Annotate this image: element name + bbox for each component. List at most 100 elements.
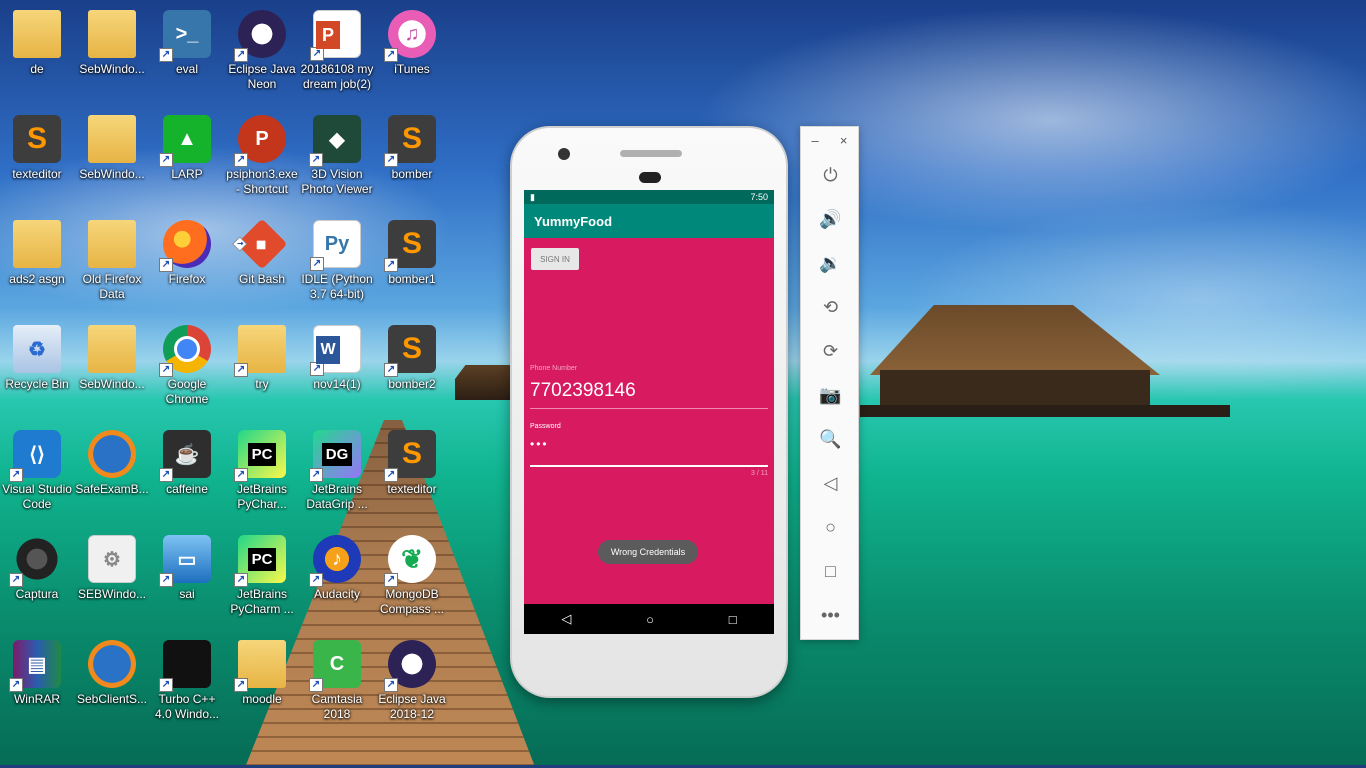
git-icon: ◆ ↗ [232, 218, 288, 270]
desktop-icon-label: psiphon3.exe - Shortcut [226, 167, 298, 196]
recycle-bin-icon: ♻ [13, 325, 61, 373]
desktop-icon[interactable]: ↗ Turbo C++ 4.0 Windo... [151, 640, 223, 740]
shortcut-arrow-icon: ↗ [384, 258, 398, 272]
desktop-icon[interactable]: Old Firefox Data [76, 220, 148, 320]
safe-exam-browser-icon [88, 640, 136, 688]
shortcut-arrow-icon: ↗ [310, 257, 324, 271]
desktop-icon-label: texteditor [12, 167, 62, 181]
minimize-icon[interactable]: – [812, 133, 819, 153]
phone-screen[interactable]: ▮ 7:50 YummyFood SIGN IN Phone Number 77… [524, 190, 774, 634]
desktop-icon[interactable]: SebWindo... [76, 10, 148, 110]
more-icon[interactable]: ••• [801, 593, 860, 637]
rotate-left-icon[interactable]: ⟲ [801, 285, 860, 329]
front-camera [558, 148, 570, 160]
shortcut-arrow-icon: ↗ [232, 236, 248, 252]
volume-up-icon[interactable]: 🔊 [801, 197, 860, 241]
desktop-icon[interactable]: ↗20186108 my dream job(2) [301, 10, 373, 110]
shortcut-arrow-icon: ↗ [9, 573, 23, 587]
camera-icon[interactable]: 📷 [801, 373, 860, 417]
desktop-icon[interactable]: ♻ Recycle Bin [1, 325, 73, 425]
desktop-icon[interactable]: S ↗ texteditor [376, 430, 448, 530]
desktop-icon[interactable]: >_ ↗ eval [151, 10, 223, 110]
desktop-icon[interactable]: S ↗ bomber2 [376, 325, 448, 425]
pycharm-icon: PC ↗ [234, 430, 286, 482]
settings-file-icon: ⚙ [88, 535, 136, 583]
desktop-icon[interactable]: P ↗ psiphon3.exe - Shortcut [226, 115, 298, 215]
desktop-icon-label: Audacity [313, 587, 361, 601]
desktop-icon[interactable]: ▭ ↗ sai [151, 535, 223, 635]
nav-recents-icon[interactable]: □ [729, 612, 737, 627]
phone-number-field[interactable]: 7702398146 [530, 380, 636, 402]
folder-icon: ↗ [234, 640, 286, 692]
desktop-icon[interactable]: SafeExamB... [75, 430, 149, 530]
home-icon[interactable]: ○ [801, 505, 860, 549]
shortcut-arrow-icon: ↗ [384, 468, 398, 482]
desktop-icon[interactable]: ❦ ↗ MongoDB Compass ... [376, 535, 448, 635]
desktop-icon[interactable]: ⚙ SEBWindo... [76, 535, 148, 635]
3d-vision-icon: ◆ ↗ [309, 115, 361, 167]
desktop-icon[interactable]: ads2 asgn [1, 220, 73, 320]
desktop-icon[interactable]: ↗ Google Chrome [151, 325, 223, 425]
desktop-icon-label: LARP [171, 167, 203, 181]
desktop-icon[interactable]: SebClientS... [76, 640, 148, 740]
power-icon[interactable]: ⏻ [801, 153, 860, 197]
desktop-icon-label: Camtasia 2018 [311, 692, 363, 721]
rotate-right-icon[interactable]: ⟳ [801, 329, 860, 373]
sim-icon: ▮ [530, 191, 535, 202]
desktop-icon[interactable]: ↗ Eclipse Java Neon [226, 10, 298, 110]
desktop-icon-label: sai [179, 587, 195, 601]
desktop-icon[interactable]: ☕ ↗ caffeine [151, 430, 223, 530]
desktop-icon[interactable]: ↗ moodle [226, 640, 298, 740]
desktop-icon[interactable]: PC ↗ JetBrains PyChar... [226, 430, 298, 530]
overview-icon[interactable]: □ [801, 549, 860, 593]
desktop-icon[interactable]: ▤ ↗ WinRAR [1, 640, 73, 740]
desktop-icon-label: eval [175, 62, 198, 76]
toolbar-window-controls: – × [801, 127, 858, 153]
desktop-icon[interactable]: ♪ ↗ Audacity [301, 535, 373, 635]
desktop-icon[interactable]: ↗nov14(1) [301, 325, 373, 425]
desktop-icon[interactable]: ↗ try [226, 325, 298, 425]
desktop-icon-label: SebClientS... [76, 692, 148, 706]
password-field[interactable]: ••• [530, 437, 549, 451]
desktop-icon[interactable]: ↗ Eclipse Java 2018-12 [376, 640, 448, 740]
shortcut-arrow-icon: ↗ [309, 468, 323, 482]
shortcut-arrow-icon: ↗ [309, 153, 323, 167]
hut-roof [870, 305, 1160, 375]
sublime-icon: S ↗ [384, 115, 436, 167]
desktop-icon-label: 20186108 my dream job(2) [300, 62, 374, 91]
phone-underline [530, 408, 768, 409]
desktop-icon[interactable]: DG ↗ JetBrains DataGrip ... [301, 430, 373, 530]
desktop-icon[interactable]: ▲ ↗ LARP [151, 115, 223, 215]
shortcut-arrow-icon: ↗ [384, 573, 398, 587]
zoom-icon[interactable]: 🔍 [801, 417, 860, 461]
volume-down-icon[interactable]: 🔉 [801, 241, 860, 285]
desktop-icon[interactable]: S ↗ bomber1 [376, 220, 448, 320]
desktop-icon[interactable]: de [1, 10, 73, 110]
mongodb-icon: ❦ ↗ [384, 535, 436, 587]
desktop-icon[interactable]: Stexteditor [1, 115, 73, 215]
desktop-icon[interactable]: ↗ Firefox [151, 220, 223, 320]
nav-back-icon[interactable]: ◁ [561, 611, 571, 627]
eclipse-icon: ↗ [234, 10, 286, 62]
desktop-icon[interactable]: ◆ ↗ Git Bash [226, 218, 298, 320]
back-icon[interactable]: ◁ [801, 461, 860, 505]
desktop-icon[interactable]: SebWindo... [76, 115, 148, 215]
desktop-icon[interactable]: ♫ ↗ iTunes [376, 10, 448, 110]
desktop-icon[interactable]: ◆ ↗ 3D Vision Photo Viewer [301, 115, 373, 215]
shortcut-arrow-icon: ↗ [384, 363, 398, 377]
eclipse-icon: ↗ [384, 640, 436, 692]
nav-home-icon[interactable]: ○ [646, 612, 654, 627]
password-counter: 3 / 11 [751, 470, 768, 477]
desktop-icon[interactable]: PC ↗ JetBrains PyCharm ... [226, 535, 298, 635]
desktop-icon[interactable]: Py ↗ IDLE (Python 3.7 64-bit) [301, 220, 373, 320]
desktop-icon[interactable]: ↗ Captura [1, 535, 73, 635]
python-icon: >_ ↗ [159, 10, 211, 62]
sign-in-button[interactable]: SIGN IN [531, 248, 579, 270]
desktop-icon[interactable]: ⟨⟩ ↗ Visual Studio Code [1, 430, 73, 530]
hut-deck [860, 405, 1230, 417]
desktop-icon[interactable]: C ↗ Camtasia 2018 [301, 640, 373, 740]
close-icon[interactable]: × [840, 133, 848, 153]
captura-icon: ↗ [9, 535, 61, 587]
desktop-icon[interactable]: SebWindo... [76, 325, 148, 425]
desktop-icon[interactable]: S ↗ bomber [376, 115, 448, 215]
